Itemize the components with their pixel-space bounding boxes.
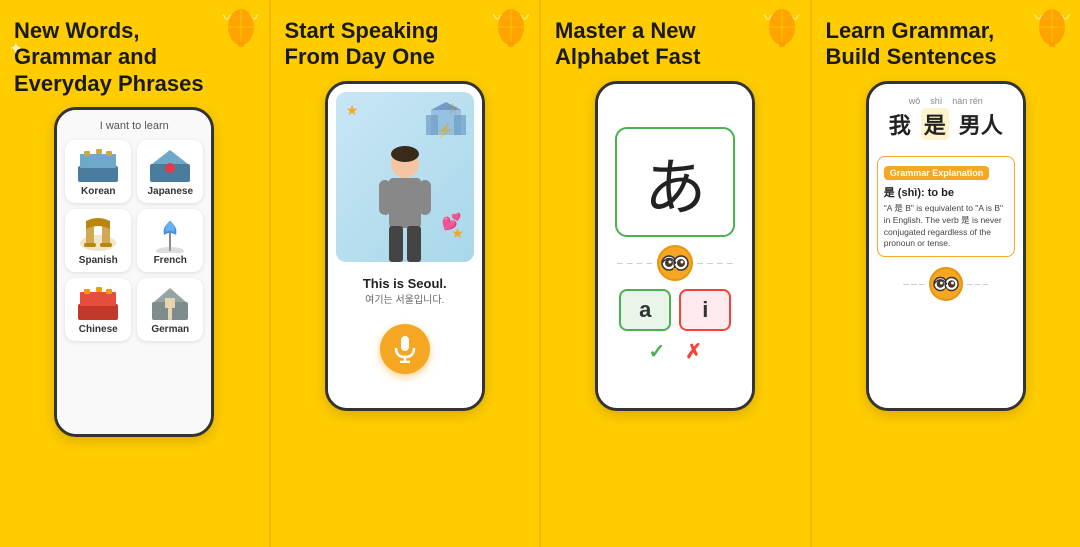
answer-a[interactable]: a bbox=[619, 289, 671, 331]
check-marks-row: ✓ ✗ bbox=[648, 339, 702, 364]
video-area: ★ ☆ ★ ⚡ bbox=[336, 92, 474, 262]
pinyin-nanren: nán rén bbox=[952, 96, 983, 106]
chinese-icon bbox=[76, 284, 120, 322]
panel-speaking: 〰〰 Start Speaking From Day One ★ ☆ ★ ⚡ bbox=[271, 0, 542, 547]
correct-check: ✓ bbox=[648, 339, 665, 364]
korean-label: Korean bbox=[81, 186, 115, 197]
chinese-sentence: wǒ shì nán rén 我 是 男人 bbox=[877, 96, 1015, 140]
hanzi-nanren: 男人 bbox=[959, 108, 1003, 140]
owl-audio-row: ─ ─ ─ ─ bbox=[606, 245, 744, 281]
japanese-icon bbox=[148, 146, 192, 184]
hanzi-wo: 我 bbox=[889, 108, 911, 140]
panel-words-grammar: ✦ 〰〰 New Words, Grammar and Everyday Phr… bbox=[0, 0, 271, 547]
subtitle-korean: 여기는 서울입니다. bbox=[340, 291, 470, 306]
wrong-check: ✗ bbox=[685, 339, 702, 364]
owl-icon-bottom bbox=[929, 267, 963, 301]
panel-alphabet: 〰〰 Master a New Alphabet Fast あ ─ ─ ─ ─ bbox=[541, 0, 812, 547]
heart-emoji: 💕 bbox=[442, 212, 462, 232]
japanese-char: あ bbox=[644, 137, 706, 227]
subtitle-box: This is Seoul. 여기는 서울입니다. bbox=[336, 272, 474, 310]
german-label: German bbox=[151, 324, 189, 335]
decor-plus: ✦ bbox=[10, 40, 22, 57]
panel1-title: New Words, Grammar and Everyday Phrases bbox=[14, 18, 204, 97]
grammar-explanation-box: Grammar Explanation 是 (shì): to be "A 是 … bbox=[877, 156, 1015, 258]
character-box: あ bbox=[615, 127, 735, 237]
panel-grammar: 〰〰 Learn Grammar, Build Sentences wǒ shì… bbox=[812, 0, 1080, 547]
lantern-decor3 bbox=[766, 5, 798, 47]
chinese-label: Chinese bbox=[79, 324, 118, 335]
german-icon bbox=[148, 284, 192, 322]
screen-language-select: I want to learn Korean bbox=[57, 110, 211, 434]
owl-icon bbox=[657, 245, 693, 281]
answer-i[interactable]: i bbox=[679, 289, 731, 331]
lang-card-japanese[interactable]: Japanese bbox=[137, 140, 203, 203]
lantern-decor bbox=[225, 5, 257, 47]
phone-panel1: I want to learn Korean bbox=[54, 107, 214, 437]
lantern-decor4 bbox=[1036, 5, 1068, 47]
wave-bottom-left: ─ ─ ─ bbox=[903, 280, 924, 289]
lang-card-spanish[interactable]: Spanish bbox=[65, 209, 131, 272]
spanish-label: Spanish bbox=[79, 255, 118, 266]
pinyin-wo: wǒ bbox=[909, 96, 921, 106]
screen-grammar: wǒ shì nán rén 我 是 男人 Grammar Explanatio… bbox=[869, 84, 1023, 408]
panel4-title: Learn Grammar, Build Sentences bbox=[826, 18, 997, 71]
japanese-label: Japanese bbox=[147, 186, 193, 197]
lang-card-korean[interactable]: Korean bbox=[65, 140, 131, 203]
phone-panel4: wǒ shì nán rén 我 是 男人 Grammar Explanatio… bbox=[866, 81, 1026, 411]
person-figure bbox=[375, 142, 435, 262]
wave-right: ─ ─ ─ ─ bbox=[697, 259, 733, 268]
subtitle-english: This is Seoul. bbox=[340, 276, 470, 291]
language-grid: Korean Japanese bbox=[65, 140, 203, 341]
learn-label: I want to learn bbox=[100, 120, 169, 132]
lang-card-german[interactable]: German bbox=[137, 278, 203, 341]
phone-panel2: ★ ☆ ★ ⚡ bbox=[325, 81, 485, 411]
screen-speaking: ★ ☆ ★ ⚡ bbox=[328, 84, 482, 408]
wave-bottom-right: ─ ─ ─ bbox=[967, 280, 988, 289]
french-label: French bbox=[154, 255, 187, 266]
french-icon bbox=[148, 215, 192, 253]
grammar-word: 是 (shì): to be bbox=[884, 184, 1008, 200]
panel3-title: Master a New Alphabet Fast bbox=[555, 18, 700, 71]
pinyin-row: wǒ shì nán rén bbox=[877, 96, 1015, 106]
mic-button[interactable] bbox=[380, 324, 430, 374]
building-icon bbox=[426, 100, 466, 142]
grammar-box-title: Grammar Explanation bbox=[884, 166, 990, 180]
pinyin-shi: shì bbox=[930, 96, 942, 106]
korean-icon bbox=[76, 146, 120, 184]
wave-left: ─ ─ ─ ─ bbox=[617, 259, 653, 268]
panel2-title: Start Speaking From Day One bbox=[285, 18, 439, 71]
grammar-description: "A 是 B" is equivalent to "A is B" in Eng… bbox=[884, 203, 1008, 251]
answers-row: a i bbox=[619, 289, 731, 331]
lantern-decor2 bbox=[495, 5, 527, 47]
hanzi-shi: 是 bbox=[921, 108, 949, 140]
hanzi-row: 我 是 男人 bbox=[877, 108, 1015, 140]
screen-alphabet: あ ─ ─ ─ ─ bbox=[598, 84, 752, 408]
phone-panel3: あ ─ ─ ─ ─ bbox=[595, 81, 755, 411]
star1: ★ bbox=[346, 102, 359, 119]
owl-audio-bottom: ─ ─ ─ ─ ─ ─ bbox=[903, 267, 988, 301]
lang-card-french[interactable]: French bbox=[137, 209, 203, 272]
lang-card-chinese[interactable]: Chinese bbox=[65, 278, 131, 341]
spanish-icon bbox=[76, 215, 120, 253]
